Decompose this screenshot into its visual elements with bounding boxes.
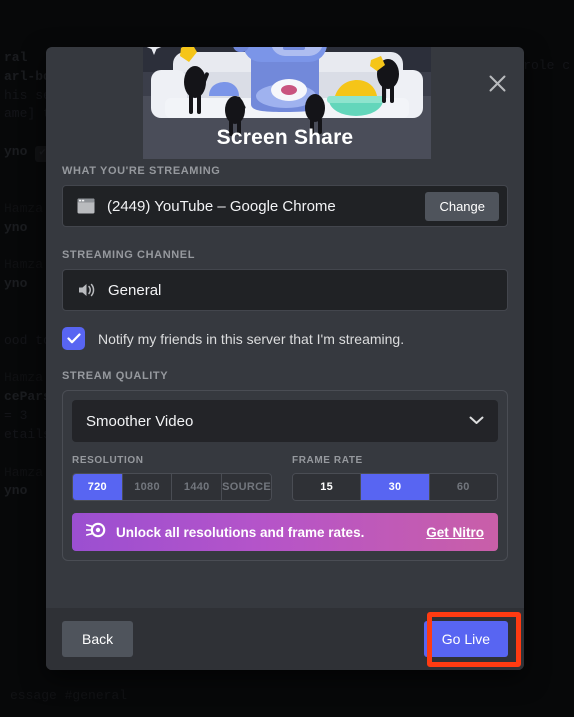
notify-friends-row[interactable]: Notify my friends in this server that I'… — [62, 327, 508, 350]
change-source-button[interactable]: Change — [425, 191, 499, 221]
resolution-option-source[interactable]: SOURCE — [222, 474, 271, 500]
nitro-wheel-icon — [85, 522, 106, 543]
quality-preset-select[interactable]: Smoother Video — [72, 400, 498, 442]
streaming-channel-label: STREAMING CHANNEL — [62, 249, 196, 261]
streaming-channel-field[interactable]: General — [62, 269, 508, 311]
frame-rate-segmented-control: 15 30 60 — [292, 473, 498, 501]
nitro-upsell-banner[interactable]: Unlock all resolutions and frame rates. … — [72, 513, 498, 551]
get-nitro-link[interactable]: Get Nitro — [426, 525, 484, 540]
quality-options-row: RESOLUTION 720 1080 1440 SOURCE FRAME RA… — [72, 455, 498, 501]
stream-quality-label: STREAM QUALITY — [62, 370, 169, 382]
resolution-option-1440[interactable]: 1440 — [172, 474, 223, 500]
resolution-label: RESOLUTION — [72, 455, 144, 466]
close-icon[interactable] — [483, 69, 511, 97]
go-live-button[interactable]: Go Live — [423, 621, 508, 657]
quality-preset-value: Smoother Video — [86, 412, 194, 430]
resolution-option-1080[interactable]: 1080 — [122, 474, 173, 500]
frame-rate-option-15[interactable]: 15 — [293, 474, 362, 500]
back-button[interactable]: Back — [62, 621, 134, 657]
notify-friends-checkbox[interactable] — [62, 327, 85, 350]
screen-share-modal: Screen Share WHAT YOU'RE STREAMING (2449… — [46, 47, 524, 670]
frame-rate-label: FRAME RATE — [292, 455, 363, 466]
modal-body: WHAT YOU'RE STREAMING (2449) YouTube – G… — [46, 165, 524, 561]
stream-quality-card: Smoother Video RESOLUTION 720 1080 1440 … — [62, 390, 508, 561]
frame-rate-option-60[interactable]: 60 — [429, 474, 497, 500]
frame-rate-group: FRAME RATE 15 30 60 — [292, 455, 498, 501]
streaming-channel-value: General — [108, 281, 162, 299]
frame-rate-option-30[interactable]: 30 — [361, 474, 430, 500]
streaming-source-value: (2449) YouTube – Google Chrome — [107, 197, 336, 215]
notify-friends-label: Notify my friends in this server that I'… — [98, 330, 405, 347]
window-icon — [77, 198, 95, 214]
streaming-source-field[interactable]: (2449) YouTube – Google Chrome Change — [62, 185, 508, 227]
resolution-segmented-control: 720 1080 1440 SOURCE — [72, 473, 272, 501]
page-title: Screen Share — [216, 126, 354, 149]
nitro-banner-text: Unlock all resolutions and frame rates. — [116, 524, 365, 540]
speaker-icon — [77, 282, 96, 298]
resolution-option-720[interactable]: 720 — [73, 474, 123, 500]
chevron-down-icon — [469, 412, 484, 430]
streaming-source-label: WHAT YOU'RE STREAMING — [62, 165, 221, 177]
resolution-group: RESOLUTION 720 1080 1440 SOURCE — [72, 455, 272, 501]
modal-footer: Back Go Live — [46, 608, 524, 670]
